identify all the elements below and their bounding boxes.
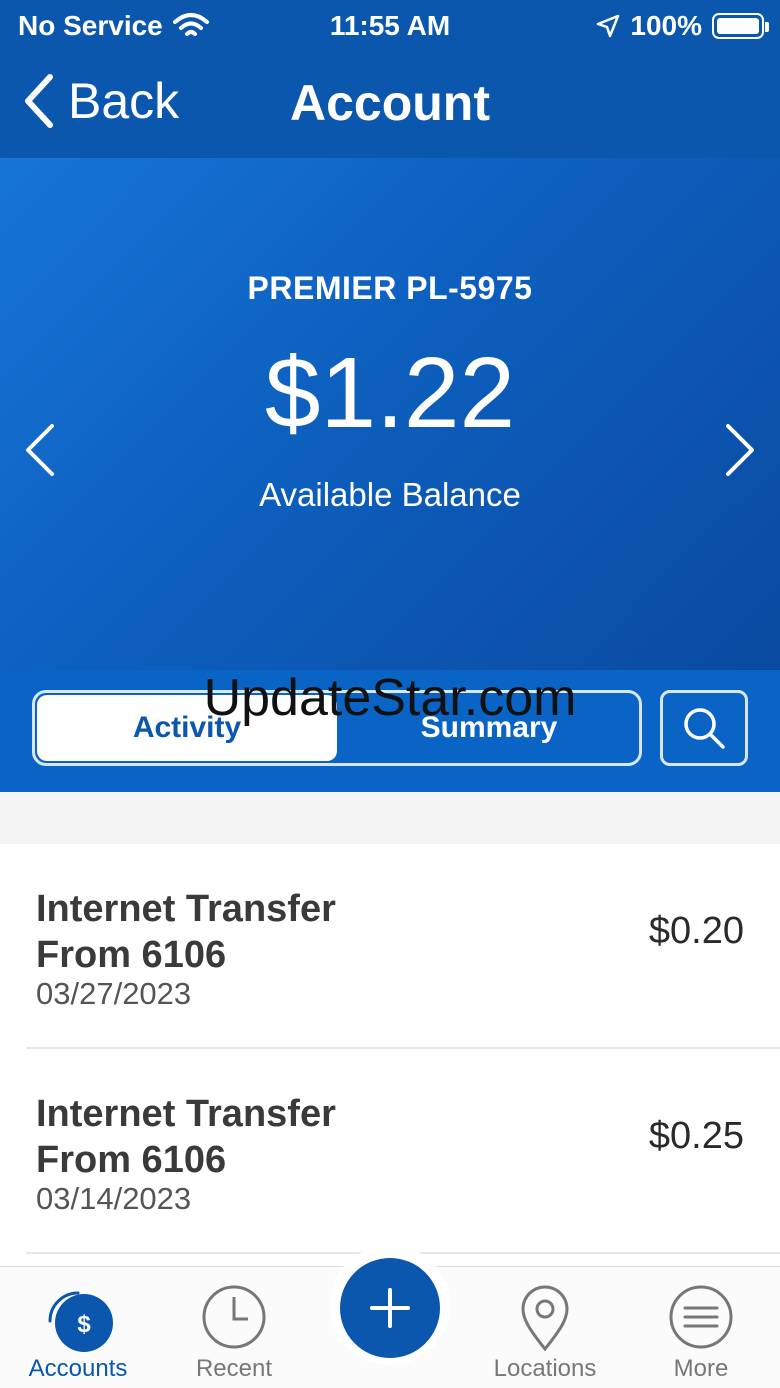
transaction-description-line1: Internet Transfer xyxy=(36,1093,336,1135)
transaction-description: Internet Transfer From 6106 xyxy=(36,886,376,978)
transaction-description-line2: From 6106 xyxy=(36,934,227,976)
transaction-row[interactable]: Internet Transfer From 6106 03/27/2023 $… xyxy=(0,844,780,1049)
transaction-description-line2: From 6106 xyxy=(36,1139,227,1181)
page-title: Account xyxy=(290,75,490,131)
battery-icon xyxy=(712,13,769,39)
segment-bar: Activity Summary xyxy=(0,670,780,792)
add-button[interactable] xyxy=(340,1258,440,1358)
accounts-icon: $ xyxy=(48,1291,113,1352)
balance-amount: $1.22 xyxy=(264,337,516,449)
activity-summary-toggle: Activity Summary xyxy=(32,690,642,766)
clock-icon xyxy=(202,1285,266,1349)
tab-accounts-label: Accounts xyxy=(28,1355,128,1382)
next-account-arrow[interactable] xyxy=(720,420,760,480)
menu-icon xyxy=(669,1285,733,1349)
battery-percent: 100% xyxy=(630,10,702,41)
tab-recent[interactable]: Recent xyxy=(156,1267,312,1388)
accounts-badge: $ xyxy=(77,1311,91,1338)
map-pin-icon xyxy=(521,1285,569,1352)
location-arrow-icon xyxy=(597,14,620,38)
tab-more-label: More xyxy=(673,1355,729,1382)
transaction-row[interactable]: Internet Transfer From 6106 03/14/2023 $… xyxy=(0,1049,780,1254)
top-bar: No Service 11:55 AM 100% Back Account xyxy=(0,0,780,158)
tab-locations-label: Locations xyxy=(493,1355,597,1382)
transaction-amount: $0.20 xyxy=(648,910,744,952)
tab-locations[interactable]: Locations xyxy=(467,1267,623,1388)
balance-label: Available Balance xyxy=(259,476,521,513)
nav-bar: Back Account xyxy=(0,60,780,140)
tab-summary[interactable]: Summary xyxy=(339,693,639,763)
plus-icon xyxy=(370,1288,410,1328)
tab-activity[interactable]: Activity xyxy=(37,695,337,761)
search-button[interactable] xyxy=(660,690,748,766)
status-bar: No Service 11:55 AM 100% xyxy=(0,8,780,48)
transaction-description: Internet Transfer From 6106 xyxy=(36,1091,376,1183)
tab-recent-label: Recent xyxy=(195,1355,273,1382)
list-spacer xyxy=(0,792,780,844)
transaction-date: 03/14/2023 xyxy=(36,1181,192,1216)
account-name: PREMIER PL-5975 xyxy=(247,270,533,306)
balance-hero: PREMIER PL-5975 $1.22 Available Balance xyxy=(0,158,780,670)
transaction-amount: $0.25 xyxy=(648,1115,744,1157)
search-icon xyxy=(684,708,725,749)
tab-accounts[interactable]: $ Accounts xyxy=(0,1267,156,1388)
transaction-list: Internet Transfer From 6106 03/27/2023 $… xyxy=(0,844,780,1254)
tab-more[interactable]: More xyxy=(623,1267,779,1388)
transaction-description-line1: Internet Transfer xyxy=(36,888,336,930)
status-right: 100% xyxy=(596,10,769,42)
transaction-date: 03/27/2023 xyxy=(36,976,192,1011)
